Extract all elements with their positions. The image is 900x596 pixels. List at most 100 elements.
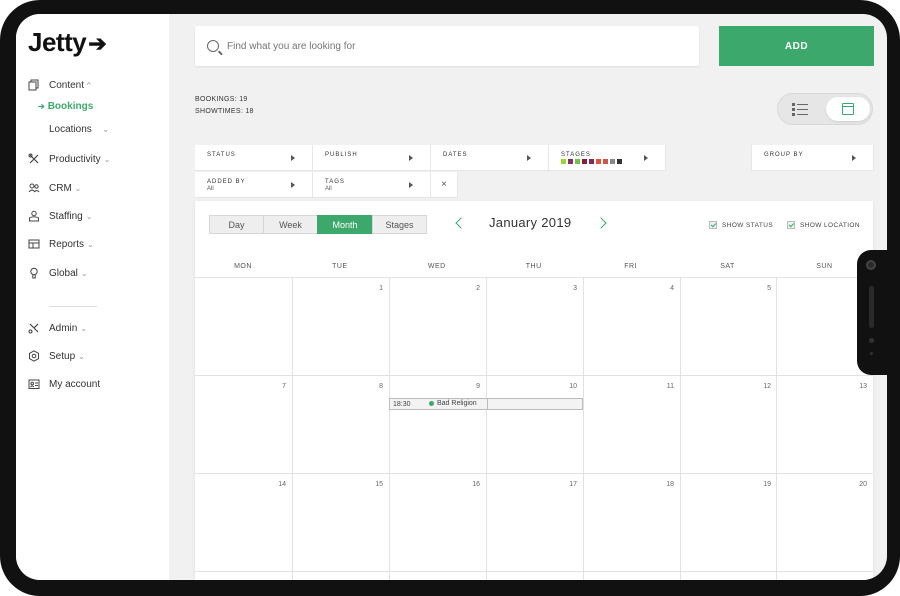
filter-value: All — [207, 186, 214, 192]
calendar-day-cell[interactable]: 19 — [680, 474, 777, 571]
gear-icon — [28, 350, 40, 362]
showtimes-count: SHOWTIMES: 18 — [195, 108, 254, 115]
calendar-day-cell[interactable]: 4 — [583, 278, 680, 375]
stage-color-swatch — [561, 159, 566, 164]
calendar-day-cell[interactable]: 11 — [583, 376, 680, 473]
calendar-day-cell[interactable] — [195, 278, 292, 375]
calendar-view-button[interactable] — [826, 97, 870, 121]
caret-right-icon — [291, 182, 295, 188]
chevron-down-icon: ⌄ — [74, 183, 82, 193]
add-button[interactable]: ADD — [719, 26, 874, 66]
month-label: January 2019 — [489, 215, 572, 230]
day-number: 5 — [767, 285, 771, 292]
sidebar-item-setup[interactable]: Setup ⌄ — [28, 349, 85, 363]
sidebar-item-global[interactable]: Global ⌄ — [28, 266, 88, 280]
filter-group-by[interactable]: GROUP BY — [751, 145, 874, 171]
wrench-icon — [28, 322, 40, 334]
sensor-dot — [869, 338, 874, 343]
day-number: 9 — [476, 383, 480, 390]
weekday-header: TUE — [332, 263, 348, 270]
filter-added-by[interactable]: ADDED BY All — [195, 172, 313, 198]
sidebar-item-admin[interactable]: Admin ⌄ — [28, 321, 87, 335]
chevron-down-icon: ⌄ — [85, 211, 93, 221]
calendar-day-cell[interactable]: 3 — [486, 278, 583, 375]
search-input[interactable] — [227, 40, 667, 52]
calendar-day-cell[interactable]: 14 — [195, 474, 292, 571]
chevron-left-icon[interactable] — [455, 216, 467, 229]
sidebar-item-locations[interactable]: Locations ⌄ — [49, 124, 109, 135]
event-title: Bad Religion — [437, 400, 477, 407]
calendar-day-cell[interactable]: 17 — [486, 474, 583, 571]
checkbox[interactable] — [709, 221, 717, 229]
sidebar-item-label: Reports — [49, 238, 85, 250]
calendar-day-cell[interactable]: 2 — [389, 278, 486, 375]
weekday-header: SAT — [720, 263, 735, 270]
close-icon: × — [441, 179, 447, 190]
bulb-icon — [28, 267, 40, 279]
chevron-down-icon: ⌄ — [103, 154, 111, 164]
day-number: 13 — [859, 383, 867, 390]
calendar-day-cell[interactable]: 18 — [583, 474, 680, 571]
calendar-day-cell[interactable]: 10 — [486, 376, 583, 473]
calendar-day-cell[interactable]: 20 — [776, 474, 873, 571]
stage-color-swatch — [575, 159, 580, 164]
users-icon — [28, 182, 40, 194]
view-stages-button[interactable]: Stages — [372, 215, 427, 234]
calendar-day-cell[interactable]: 5 — [680, 278, 777, 375]
camera-icon — [866, 260, 876, 270]
arrow-right-icon: ➔ — [38, 102, 45, 111]
sidebar-divider — [49, 306, 97, 307]
calendar-day-cell[interactable]: 9 — [389, 376, 486, 473]
event-time: 18:30 — [393, 400, 411, 408]
day-number: 15 — [375, 481, 383, 488]
brand-logo[interactable]: Jetty➔ — [28, 27, 107, 58]
filter-dates[interactable]: DATES — [431, 145, 549, 171]
stage-color-swatch — [610, 159, 615, 164]
calendar-day-cell[interactable]: 13 — [776, 376, 873, 473]
caret-right-icon — [409, 182, 413, 188]
id-card-icon — [28, 378, 40, 390]
tools-icon — [28, 153, 40, 165]
chevron-up-icon: ^ — [87, 80, 91, 90]
day-number: 4 — [670, 285, 674, 292]
event-title-group: Bad Religion — [429, 400, 477, 407]
stage-color-swatch — [617, 159, 622, 164]
list-view-icon[interactable] — [792, 102, 808, 116]
show-location-toggle[interactable]: SHOW LOCATION — [787, 221, 860, 229]
calendar-day-cell[interactable]: 7 — [195, 376, 292, 473]
sidebar-item-label: Content — [49, 79, 85, 91]
sidebar-item-reports[interactable]: Reports ⌄ — [28, 237, 94, 251]
sidebar-item-label: Global — [49, 267, 78, 279]
filter-tags[interactable]: TAGS All — [313, 172, 431, 198]
search-bar[interactable] — [195, 26, 699, 66]
sidebar-item-my-account[interactable]: My account — [28, 377, 100, 391]
calendar-day-cell[interactable]: 12 — [680, 376, 777, 473]
weekday-header: WED — [427, 263, 446, 270]
sidebar-item-content[interactable]: Content ^ — [28, 78, 91, 92]
sidebar-item-productivity[interactable]: Productivity ⌄ — [28, 152, 110, 166]
filter-status[interactable]: STATUS — [195, 145, 313, 171]
sidebar-item-bookings[interactable]: ➔ Bookings — [38, 101, 93, 112]
view-month-button[interactable]: Month — [317, 215, 373, 234]
clear-filters-button[interactable]: × — [431, 172, 458, 198]
show-status-label: SHOW STATUS — [722, 221, 774, 229]
calendar-day-cell[interactable]: 15 — [292, 474, 389, 571]
calendar-day-cell[interactable]: 16 — [389, 474, 486, 571]
view-day-button[interactable]: Day — [209, 215, 264, 234]
calendar-event[interactable]: 18:30 Bad Religion — [389, 398, 583, 410]
sidebar-item-label: Productivity — [49, 153, 101, 165]
chevron-right-icon[interactable] — [595, 216, 608, 229]
show-status-toggle[interactable]: SHOW STATUS — [709, 221, 773, 229]
day-number: 17 — [569, 481, 577, 488]
filter-stages[interactable]: STAGES — [549, 145, 666, 171]
calendar-day-cell[interactable]: 8 — [292, 376, 389, 473]
sidebar-item-label: Bookings — [47, 101, 94, 112]
checkbox[interactable] — [787, 221, 795, 229]
filter-publish[interactable]: PUBLISH — [313, 145, 431, 171]
sidebar: Jetty➔ Content ^ ➔ Bookings Locations ⌄ — [16, 14, 169, 580]
calendar-day-cell[interactable]: 1 — [292, 278, 389, 375]
sidebar-item-crm[interactable]: CRM ⌄ — [28, 181, 81, 195]
chevron-down-icon: ⌄ — [80, 323, 88, 333]
view-week-button[interactable]: Week — [263, 215, 318, 234]
sidebar-item-staffing[interactable]: Staffing ⌄ — [28, 209, 92, 223]
